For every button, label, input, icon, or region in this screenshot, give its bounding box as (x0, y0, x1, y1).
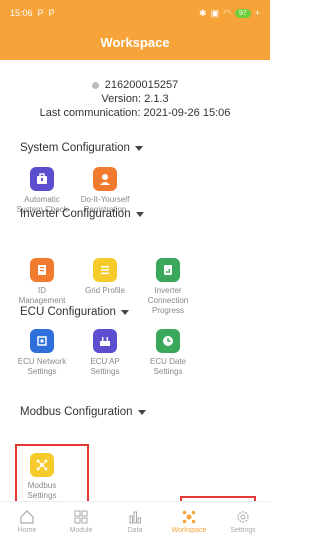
last-communication: Last communication: 2021-09-26 15:06 (39, 107, 231, 119)
highlight-modbus-settings (15, 444, 89, 504)
ecu-date-settings-button[interactable]: ECU Date Settings (141, 329, 195, 377)
ecu-network-settings-button[interactable]: ECU Network Settings (15, 329, 69, 377)
person-icon (93, 167, 117, 191)
tab-data[interactable]: Data (110, 509, 160, 534)
dropdown-arrow-icon (137, 409, 146, 415)
id-management-button[interactable]: ID Management (15, 258, 69, 306)
section-inverter-configuration[interactable]: Inverter Configuration (20, 208, 144, 220)
section-title: System Configuration (20, 142, 130, 154)
tab-workspace[interactable]: Workspace (164, 509, 214, 534)
tile-label: ECU Network Settings (17, 357, 67, 376)
tile-label: ECU AP Settings (90, 357, 120, 376)
workspace-icon (182, 510, 196, 524)
grid-profile-button[interactable]: Grid Profile (78, 258, 132, 296)
tile-label: ID Management (18, 286, 66, 305)
battery-level: 97 (234, 8, 251, 18)
bluetooth-icon: ✱ (199, 7, 207, 18)
tab-home[interactable]: Home (2, 509, 52, 534)
device-id: 216200015257 (104, 79, 179, 91)
dropdown-arrow-icon (135, 211, 144, 217)
signal-icon: ▣ (210, 7, 220, 18)
ecu-ap-settings-button[interactable]: ECU AP Settings (78, 329, 132, 377)
tile-label: Inverter Connection Progress (147, 286, 189, 315)
section-title: Modbus Configuration (20, 406, 133, 418)
charging-icon: + (254, 8, 260, 18)
tab-label: Home (17, 527, 37, 534)
page-title: Workspace (0, 26, 270, 60)
connection-status-dot (91, 81, 99, 89)
inverter-connection-progress-button[interactable]: Inverter Connection Progress (141, 258, 195, 316)
toolbox-icon (30, 167, 54, 191)
tile-label: ECU Date Settings (149, 357, 186, 376)
section-title: ECU Configuration (20, 306, 116, 318)
section-system-configuration[interactable]: System Configuration (20, 142, 143, 154)
section-title: Inverter Configuration (20, 208, 131, 220)
status-bar: 15:06 P P ✱ ▣ ◠ 97 + (0, 0, 270, 26)
device-info: 216200015257 Version: 2.1.3 Last communi… (0, 78, 270, 120)
wifi-icon: ◠ (223, 7, 231, 18)
tab-module[interactable]: Module (56, 509, 106, 534)
list-icon (93, 258, 117, 282)
section-modbus-configuration[interactable]: Modbus Configuration (20, 406, 146, 418)
tab-label: Settings (230, 527, 256, 534)
tab-label: Module (69, 527, 93, 534)
dropdown-arrow-icon (120, 309, 129, 315)
status-time: 15:06 (10, 8, 33, 18)
ap-icon (93, 329, 117, 353)
progress-icon (156, 258, 180, 282)
home-icon (20, 510, 34, 524)
notification-icon: P (37, 8, 44, 18)
tab-label: Workspace (171, 527, 207, 534)
notification-icon-2: P (48, 8, 55, 18)
clock-icon (156, 329, 180, 353)
module-icon (74, 510, 88, 524)
tab-settings[interactable]: Settings (218, 509, 268, 534)
tab-label: Data (127, 527, 143, 534)
bottom-tab-bar: Home Module Data Workspace Settings (0, 501, 270, 541)
section-ecu-configuration[interactable]: ECU Configuration (20, 306, 129, 318)
data-icon (129, 511, 141, 524)
tile-label: Grid Profile (84, 286, 125, 295)
device-version: Version: 2.1.3 (101, 93, 169, 105)
settings-icon (237, 511, 249, 523)
document-icon (30, 258, 54, 282)
dropdown-arrow-icon (134, 145, 143, 151)
network-icon (30, 329, 54, 353)
